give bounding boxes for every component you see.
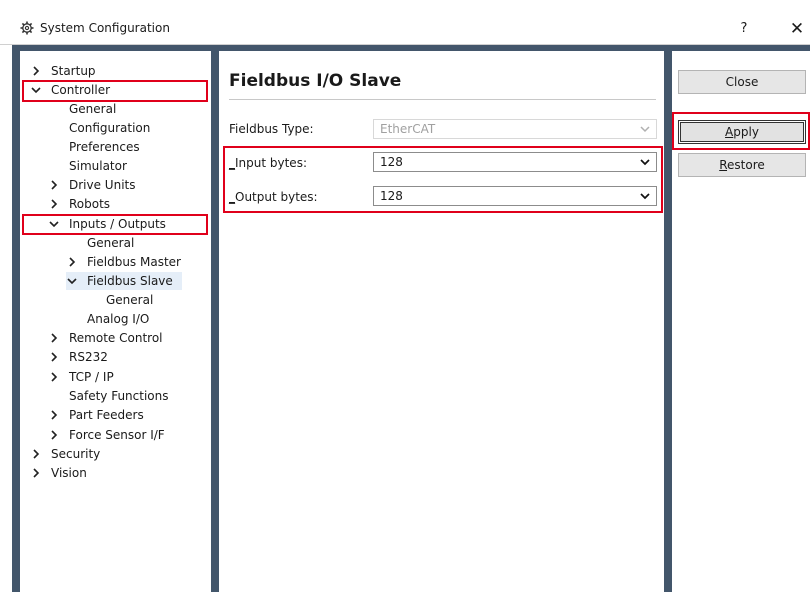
apply-button[interactable]: Apply	[678, 120, 806, 144]
tree-item-label: Fieldbus Slave	[87, 274, 173, 288]
input-bytes-value: 128	[380, 155, 403, 169]
tree-item-label: Analog I/O	[87, 312, 150, 326]
tree-item-label: Safety Functions	[69, 389, 169, 403]
tree-item-label: Robots	[69, 197, 111, 211]
chevron-right-icon[interactable]	[30, 467, 42, 479]
settings-content: Fieldbus I/O Slave Fieldbus Type: EtherC…	[219, 51, 664, 592]
chevron-right-icon[interactable]	[30, 65, 42, 77]
tree-item-label: Part Feeders	[69, 408, 144, 422]
tree-item-label: Vision	[51, 466, 87, 480]
title-divider	[229, 99, 656, 100]
chevron-right-icon[interactable]	[48, 179, 60, 191]
highlight-box-controller	[22, 80, 208, 102]
window-close-button[interactable]: ✕	[786, 18, 808, 40]
help-button[interactable]: ?	[732, 18, 756, 40]
tree-item-label: General	[87, 236, 135, 250]
chevron-down-icon[interactable]	[640, 192, 650, 200]
restore-label: estore	[727, 158, 765, 172]
chevron-down-icon[interactable]	[640, 158, 650, 166]
close-button[interactable]: Close	[678, 70, 806, 94]
input-bytes-label: _Input bytes:	[229, 156, 307, 170]
tree-item-label: Preferences	[69, 140, 140, 154]
tree-item-label: Fieldbus Master	[87, 255, 181, 269]
chevron-right-icon[interactable]	[48, 429, 60, 441]
chevron-down-icon[interactable]	[66, 275, 78, 287]
chevron-right-icon[interactable]	[48, 371, 60, 383]
chevron-down-icon[interactable]	[30, 84, 42, 96]
chevron-right-icon[interactable]	[48, 332, 60, 344]
navigation-tree: Startup Controller General Configuration…	[20, 51, 211, 592]
tree-item-label: Drive Units	[69, 178, 136, 192]
tree-item-label: Controller	[51, 83, 111, 97]
chevron-right-icon[interactable]	[48, 409, 60, 421]
gear-icon	[20, 21, 34, 35]
restore-mnemonic: R	[719, 158, 728, 172]
fieldbus-type-value: EtherCAT	[380, 122, 436, 136]
tree-item-label: Security	[51, 447, 101, 461]
tree-item-label: Startup	[51, 64, 96, 78]
page-title: Fieldbus I/O Slave	[229, 71, 402, 91]
output-bytes-value: 128	[380, 189, 403, 203]
chevron-right-icon[interactable]	[30, 448, 42, 460]
window-title: System Configuration	[40, 21, 170, 35]
chevron-right-icon[interactable]	[48, 198, 60, 210]
tree-item-label: Configuration	[69, 121, 151, 135]
input-bytes-select[interactable]: 128	[373, 152, 657, 172]
tree-item-label: Remote Control	[69, 331, 163, 345]
input-bytes-label-text: Input bytes:	[235, 156, 307, 170]
output-bytes-label: _Output bytes:	[229, 190, 318, 204]
frame-left-border	[12, 45, 20, 592]
action-buttons-panel: Close Apply Restore	[672, 51, 810, 592]
chevron-down-icon	[640, 126, 650, 133]
tree-item-label: TCP / IP	[69, 370, 114, 384]
fieldbus-type-label: Fieldbus Type:	[229, 122, 314, 136]
tree-item-label: General	[106, 293, 154, 307]
apply-label: pply	[733, 125, 759, 139]
chevron-right-icon[interactable]	[48, 351, 60, 363]
chevron-down-icon[interactable]	[48, 218, 60, 230]
output-bytes-label-text: Output bytes:	[235, 190, 318, 204]
tree-item-label: General	[69, 102, 117, 116]
fieldbus-type-select: EtherCAT	[373, 119, 657, 139]
tree-item-label: Force Sensor I/F	[69, 428, 165, 442]
tree-item-label: RS232	[69, 350, 108, 364]
chevron-right-icon[interactable]	[66, 256, 78, 268]
frame-divider-right	[664, 45, 672, 592]
output-bytes-select[interactable]: 128	[373, 186, 657, 206]
window-titlebar: System Configuration ? ✕	[0, 0, 810, 45]
tree-item-label: Simulator	[69, 159, 127, 173]
tree-item-fieldbus-slave[interactable]: Fieldbus Slave	[66, 272, 182, 290]
frame-divider-left	[211, 45, 219, 592]
restore-button[interactable]: Restore	[678, 153, 806, 177]
tree-item-label: Inputs / Outputs	[69, 217, 166, 231]
